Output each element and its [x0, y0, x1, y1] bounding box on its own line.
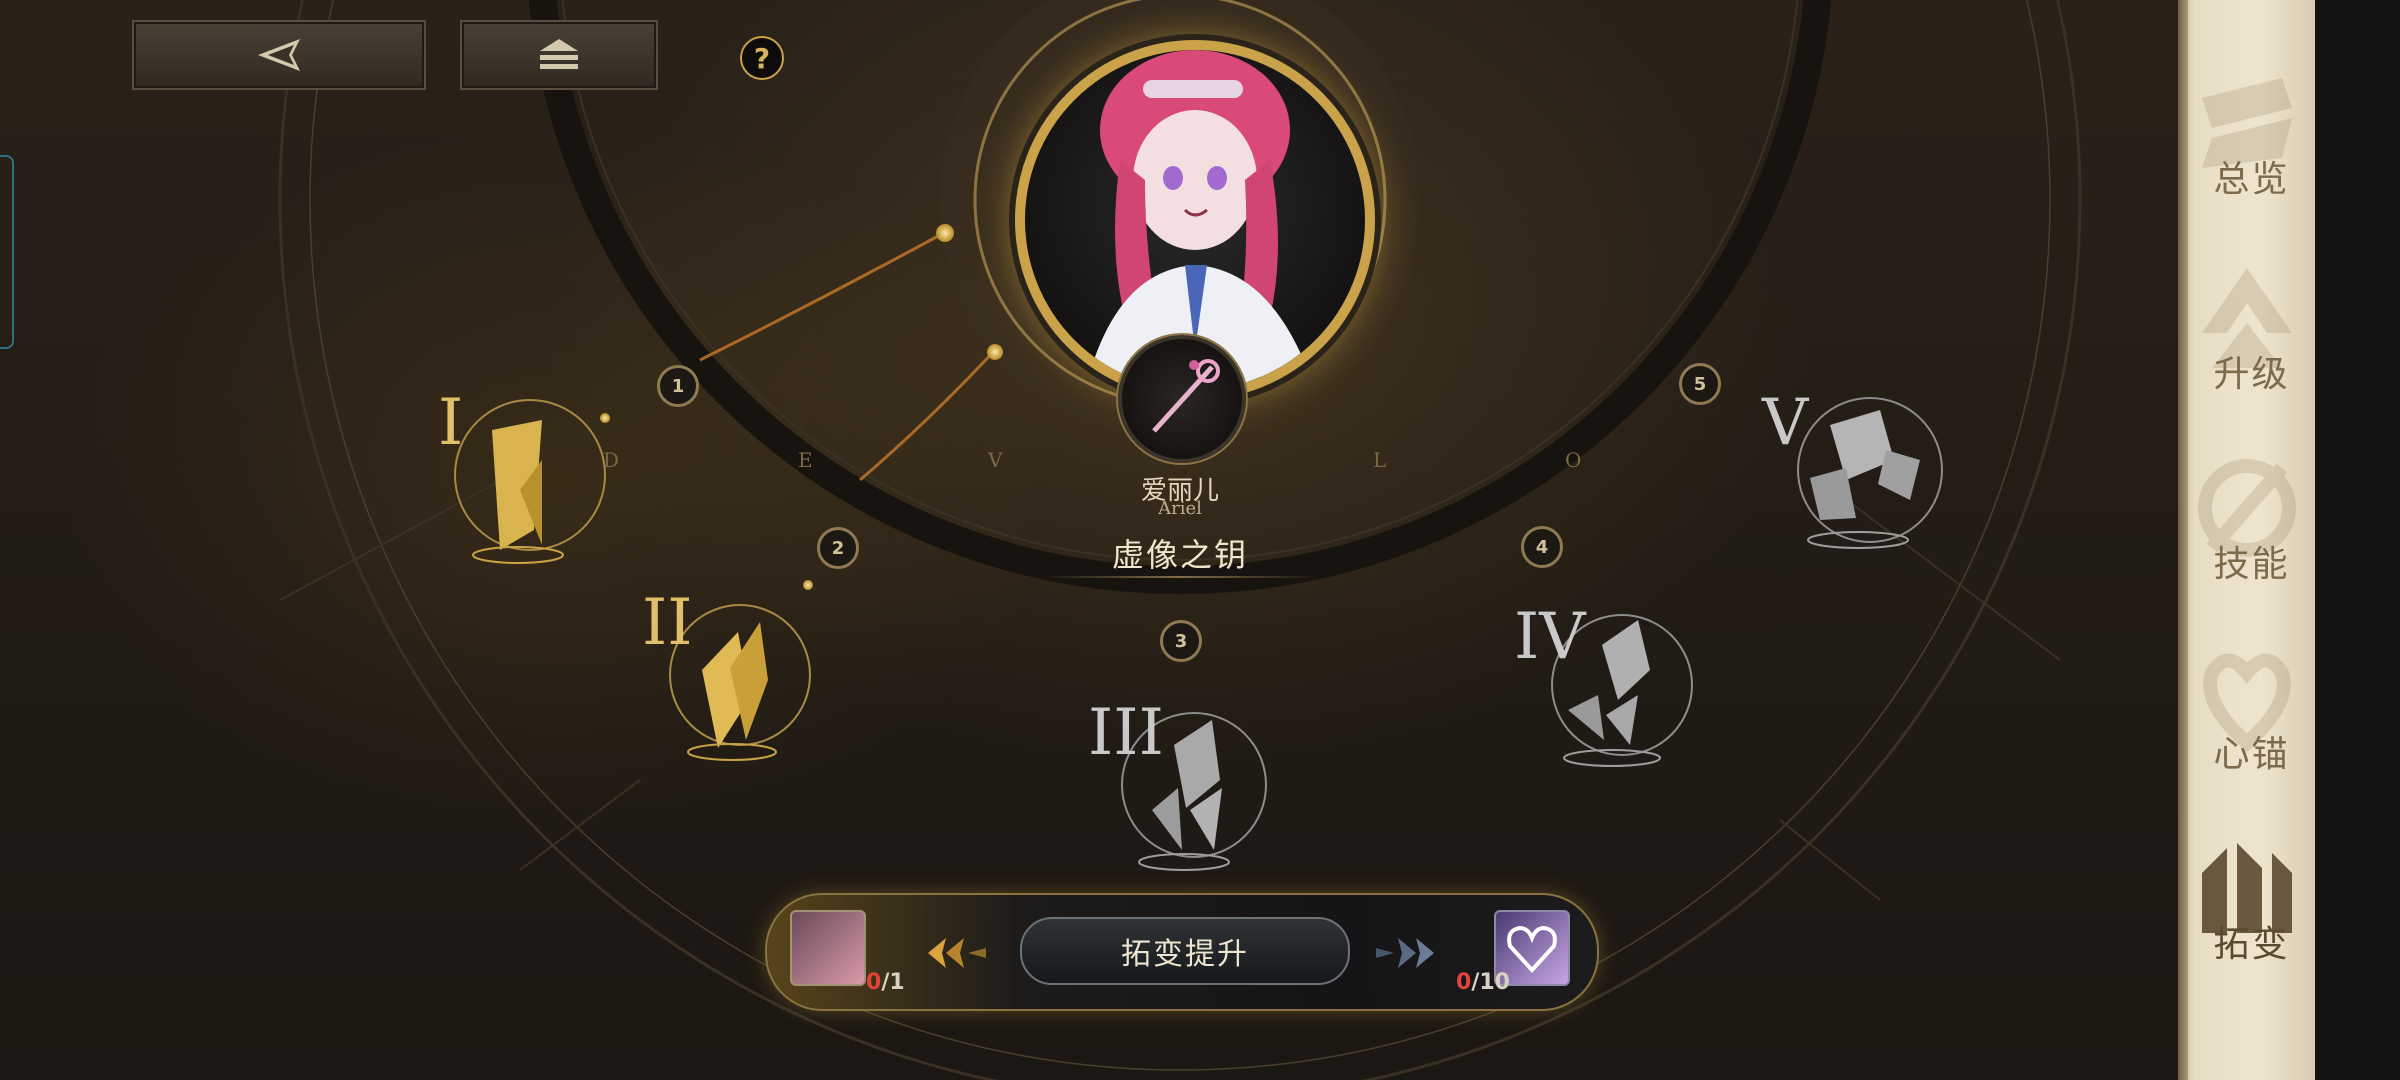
home-stack-icon — [540, 39, 578, 69]
nav-skill[interactable]: 技能 — [2188, 445, 2315, 595]
left-edge-tab[interactable] — [0, 155, 14, 349]
track-letter: L — [1373, 448, 1387, 472]
stage-4[interactable]: IV — [1510, 590, 1710, 780]
nav-transform-label: 拓变 — [2213, 924, 2290, 965]
character-shard-item[interactable] — [790, 910, 866, 986]
side-nav: 总览 升级 技能 心锚 拓变 — [2178, 0, 2315, 1080]
back-arrow-icon — [258, 39, 300, 71]
stage-1-numeral: I — [438, 386, 464, 460]
track-letter: E — [798, 448, 813, 472]
nav-skill-label: 技能 — [2213, 544, 2290, 585]
stage-4-numeral: IV — [1514, 600, 1586, 674]
left-item-current: 0 — [866, 970, 882, 995]
help-button[interactable]: ? — [740, 36, 784, 80]
nav-heart-anchor-label: 心锚 — [2213, 734, 2290, 775]
chevron-right-icon — [1376, 938, 1434, 968]
nav-level-up-label: 升级 — [2213, 354, 2290, 395]
weapon-title: 虚像之钥 — [1111, 536, 1248, 574]
stage-5[interactable]: V — [1760, 380, 1960, 570]
left-item-count: 0/1 — [866, 970, 905, 995]
node-marker-5: 5 — [1679, 363, 1721, 405]
track-letter: V — [988, 448, 1003, 472]
node-marker-1: 1 — [657, 365, 699, 407]
right-item-current: 0 — [1456, 970, 1472, 995]
right-item-required: /10 — [1471, 970, 1510, 995]
help-label: ? — [753, 41, 771, 75]
stage-2[interactable]: II — [630, 580, 830, 770]
home-button[interactable] — [460, 20, 658, 90]
title-divider — [1040, 576, 1320, 578]
nav-heart-anchor[interactable]: 心锚 — [2188, 635, 2315, 785]
side-nav-edge — [2178, 0, 2188, 1080]
nav-overview-label: 总览 — [2213, 159, 2290, 200]
stage-1[interactable]: I — [430, 380, 630, 570]
node-marker-4: 4 — [1521, 526, 1563, 568]
nav-level-up[interactable]: 升级 — [2188, 255, 2315, 405]
screen-edge — [2315, 0, 2400, 1080]
evolution-stage-area: ? 爱丽儿 Ariel 虚像之钥 D E V L O 1 2 3 4 5 I I… — [0, 0, 2178, 1080]
stage-5-numeral: V — [1762, 386, 1809, 460]
node-marker-2: 2 — [817, 527, 859, 569]
left-item-required: /1 — [881, 970, 905, 995]
stage-3[interactable]: III — [1082, 690, 1282, 880]
weapon-icon[interactable] — [1118, 335, 1246, 463]
chevron-left-icon — [928, 938, 986, 968]
node-marker-3: 3 — [1160, 620, 1202, 662]
character-name-en: Ariel — [1158, 498, 1202, 519]
stage-3-numeral: III — [1088, 696, 1164, 770]
key-weapon-icon — [1152, 359, 1220, 433]
track-letter: O — [1565, 448, 1582, 472]
stage-2-numeral: II — [642, 586, 693, 660]
nav-transform[interactable]: 拓变 — [2188, 825, 2315, 975]
nav-overview[interactable]: 总览 — [2188, 60, 2315, 210]
back-button[interactable] — [132, 20, 426, 90]
right-item-count: 0/10 — [1456, 970, 1510, 995]
upgrade-button[interactable]: 拓变提升 — [1020, 917, 1350, 985]
